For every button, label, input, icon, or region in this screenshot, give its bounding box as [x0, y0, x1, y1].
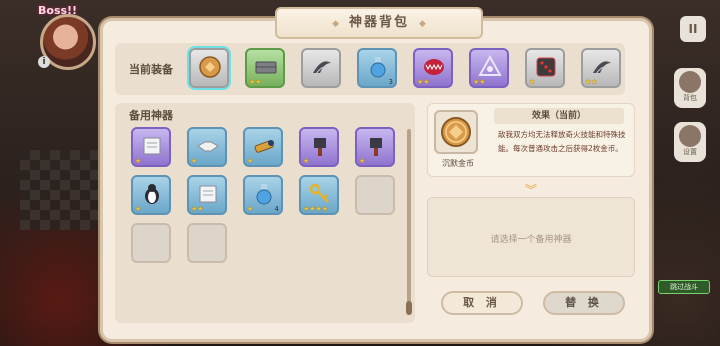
equipped-slot[interactable]: ★★: [581, 48, 621, 88]
pause-button[interactable]: II: [680, 16, 706, 42]
dice-icon: [534, 55, 558, 79]
star-rating: ★: [529, 78, 536, 86]
title-deco-right: ◆: [419, 19, 426, 29]
settings-label: 设置: [683, 148, 697, 156]
star-rating: ★: [135, 157, 142, 165]
cleaver-icon: [364, 134, 388, 158]
panel-title: 神器背包: [348, 15, 409, 30]
scroll-thumb[interactable]: [406, 301, 412, 315]
claw-icon: [310, 55, 334, 79]
reserve-label: 备用神器: [129, 109, 173, 122]
monster-mouth-icon: [422, 55, 446, 79]
item-count: 4: [274, 205, 279, 213]
star-rating: ★: [303, 157, 310, 165]
equipped-slot[interactable]: [189, 48, 229, 88]
reserve-section: 备用神器 ★ ★ ★ ★ ★ ★ ★★ ★ 4 ★★★★: [115, 103, 415, 323]
cancel-button[interactable]: 取 消: [441, 291, 523, 315]
reserve-slot[interactable]: ★ 4: [243, 175, 283, 215]
settings-icon: [679, 125, 701, 147]
backpack-button[interactable]: 背包: [674, 68, 706, 108]
select-hint: 请选择一个备用神器: [490, 235, 572, 245]
skip-battle-button[interactable]: 跳过战斗: [658, 280, 710, 294]
star-rating: ★: [247, 157, 254, 165]
handshake-icon: [196, 134, 220, 158]
penguin-icon: [140, 182, 164, 206]
star-rating: ★★: [191, 205, 204, 213]
star-rating: ★★: [473, 78, 486, 86]
reserve-scrollbar[interactable]: [406, 129, 412, 315]
gold-coin-icon: [198, 55, 222, 79]
reserve-slot[interactable]: ★: [131, 175, 171, 215]
reserve-slot[interactable]: [131, 223, 171, 263]
reserve-slot[interactable]: ★★: [187, 175, 227, 215]
replace-button[interactable]: 替 换: [543, 291, 625, 315]
potion-bottle-icon: [366, 55, 390, 79]
replacement-select-box[interactable]: 请选择一个备用神器: [427, 197, 635, 277]
reserve-slot[interactable]: ★: [355, 127, 395, 167]
equipped-slot[interactable]: ★: [525, 48, 565, 88]
equipped-slot[interactable]: ★★: [469, 48, 509, 88]
equipped-slot[interactable]: ★★: [245, 48, 285, 88]
item-count: 3: [388, 78, 393, 86]
panel-title-tab: ◆ 神器背包 ◆: [275, 7, 483, 39]
effect-title: 效果（当前）: [494, 108, 624, 124]
settings-button[interactable]: 设置: [674, 122, 706, 162]
detail-item-name: 沉默金币: [442, 159, 474, 168]
stone-brick-icon: [254, 55, 278, 79]
equipped-slot[interactable]: [301, 48, 341, 88]
title-deco-left: ◆: [332, 19, 339, 29]
detail-item-icon: [434, 110, 478, 154]
chevron-down-icon: ︾: [525, 183, 538, 197]
equipped-bar: 当前装备 ★★ 3 ★★ ★★ ★ ★★: [115, 43, 625, 95]
golden-key-icon: [308, 182, 332, 206]
info-icon[interactable]: i: [38, 56, 50, 68]
checkerboard-floor: [20, 150, 110, 230]
backpack-label: 背包: [683, 94, 697, 102]
star-rating: ★★★★: [303, 205, 329, 213]
reserve-slot[interactable]: [355, 175, 395, 215]
reserve-slot[interactable]: [187, 223, 227, 263]
equipped-slot[interactable]: 3: [357, 48, 397, 88]
artifact-bag-panel: ◆ 神器背包 ◆ 当前装备 ★★ 3 ★★ ★★ ★ ★★ 备用神器 ★ ★ ★ ★ ★ ★ ★★ ★ 4 ★★…: [100, 7, 652, 342]
star-rating: ★: [247, 205, 254, 213]
gold-coin-icon: [441, 117, 471, 147]
star-rating: ★★: [417, 78, 430, 86]
scroll-paper-icon: [140, 134, 164, 158]
arcane-sigil-icon: [478, 54, 502, 79]
backpack-icon: [679, 71, 701, 93]
potion-bottle-icon: [252, 182, 276, 206]
equipped-slot[interactable]: ★★: [413, 48, 453, 88]
cleaver-icon: [308, 134, 332, 158]
reserve-slot[interactable]: ★: [243, 127, 283, 167]
star-rating: ★: [191, 157, 198, 165]
star-rating: ★: [135, 205, 142, 213]
effect-text: 敌我双方均无法释放奇火技能和特殊技能。每次普通攻击之后获得2枚金币。: [498, 130, 626, 153]
reserve-slot[interactable]: ★: [187, 127, 227, 167]
reserve-slot[interactable]: ★★★★: [299, 175, 339, 215]
star-rating: ★: [359, 157, 366, 165]
reserve-slot[interactable]: ★: [131, 127, 171, 167]
reserve-slot[interactable]: ★: [299, 127, 339, 167]
artifact-detail-card: 沉默金币 效果（当前） 敌我双方均无法释放奇火技能和特殊技能。每次普通攻击之后获…: [427, 103, 635, 177]
scroll-paper-icon: [196, 182, 220, 206]
star-rating: ★★: [585, 78, 598, 86]
star-rating: ★★: [249, 78, 262, 86]
telescope-icon: [252, 134, 276, 158]
equipped-label: 当前装备: [129, 63, 173, 76]
claw-icon: [590, 55, 614, 79]
